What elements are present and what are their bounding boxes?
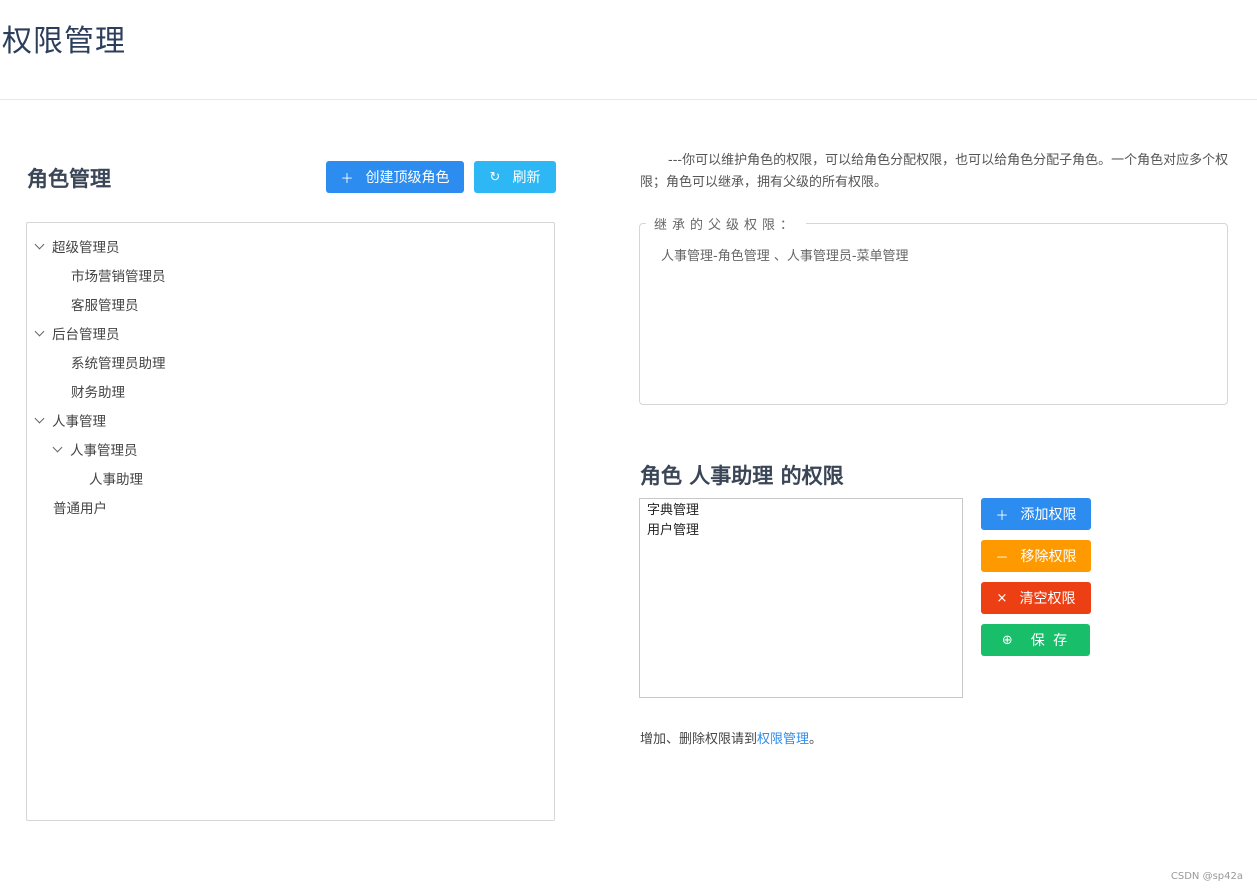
tree-node-label: 财务助理 — [71, 385, 125, 401]
permission-management-link[interactable]: 权限管理 — [757, 732, 809, 747]
save-label: 保 存 — [1030, 633, 1070, 649]
create-top-role-button[interactable]: ＋ 创建顶级角色 — [326, 161, 464, 193]
add-permission-label: 添加权限 — [1020, 507, 1077, 523]
close-icon: × — [996, 590, 1008, 606]
refresh-button[interactable]: ↻ 刷新 — [474, 161, 556, 193]
add-permission-button[interactable]: ＋ 添加权限 — [981, 498, 1091, 530]
page-header: 权限管理 — [0, 0, 1257, 100]
clear-permissions-button[interactable]: × 清空权限 — [981, 582, 1091, 614]
tree-node-label: 市场营销管理员 — [71, 269, 166, 285]
permission-list[interactable]: 字典管理 用户管理 — [639, 498, 963, 698]
refresh-icon: ↻ — [489, 169, 501, 185]
inherited-legend: 继承的父级权限： — [646, 214, 807, 233]
plus-circle-icon: ⊕ — [1001, 632, 1013, 648]
page-title: 权限管理 — [2, 24, 126, 59]
tree-node-label: 系统管理员助理 — [71, 356, 166, 372]
tree-node-finance-assistant[interactable]: 财务助理 — [71, 380, 125, 402]
chevron-down-icon[interactable] — [34, 239, 45, 249]
plus-icon: ＋ — [340, 171, 354, 187]
tree-node-label: 人事管理员 — [70, 443, 138, 459]
remove-permission-button[interactable]: － 移除权限 — [981, 540, 1091, 572]
tree-node-backend-admin[interactable]: 后台管理员 — [34, 322, 120, 344]
tree-node-marketing-admin[interactable]: 市场营销管理员 — [71, 264, 166, 286]
tree-node-label: 普通用户 — [53, 501, 107, 517]
role-panel-title: 角色管理 — [27, 167, 111, 191]
tree-node-label: 人事助理 — [89, 472, 143, 488]
remove-permission-label: 移除权限 — [1020, 549, 1077, 565]
tree-node-service-admin[interactable]: 客服管理员 — [71, 293, 139, 315]
footnote: 增加、删除权限请到权限管理。 — [640, 728, 822, 747]
watermark: CSDN @sp42a — [1170, 871, 1243, 882]
tree-node-label: 人事管理 — [52, 414, 106, 430]
role-tree: 超级管理员 市场营销管理员 客服管理员 后台管理员 系统管理员助理 财务助理 人… — [26, 222, 555, 821]
create-top-role-label: 创建顶级角色 — [365, 170, 450, 186]
refresh-label: 刷新 — [512, 170, 541, 186]
minus-icon: － — [995, 550, 1009, 566]
tree-node-sysadmin-assistant[interactable]: 系统管理员助理 — [71, 351, 166, 373]
tree-node-hr-assistant[interactable]: 人事助理 — [89, 467, 143, 489]
footnote-prefix: 增加、删除权限请到 — [640, 732, 758, 747]
tree-node-label: 后台管理员 — [52, 327, 120, 343]
clear-permissions-label: 清空权限 — [1019, 591, 1076, 607]
tree-node-normal-user[interactable]: 普通用户 — [53, 496, 107, 518]
footnote-suffix: 。 — [809, 732, 823, 747]
list-item[interactable]: 用户管理 — [647, 521, 962, 541]
inherited-permissions-value: 人事管理-角色管理 、人事管理员-菜单管理 — [661, 249, 909, 264]
role-permissions-title: 角色 人事助理 的权限 — [640, 464, 844, 488]
inherited-permissions-box: 继承的父级权限： 人事管理-角色管理 、人事管理员-菜单管理 — [639, 214, 1228, 405]
chevron-down-icon[interactable] — [34, 413, 45, 423]
tree-node-hr[interactable]: 人事管理 — [34, 409, 106, 431]
chevron-down-icon[interactable] — [52, 442, 63, 452]
save-button[interactable]: ⊕ 保 存 — [981, 624, 1090, 656]
list-item[interactable]: 字典管理 — [647, 501, 962, 521]
description-text: ---你可以维护角色的权限，可以给角色分配权限，也可以给角色分配子角色。一个角色… — [640, 153, 1229, 190]
chevron-down-icon[interactable] — [34, 326, 45, 336]
tree-node-label: 超级管理员 — [52, 240, 120, 256]
tree-node-hr-admin[interactable]: 人事管理员 — [52, 438, 138, 460]
tree-node-super-admin[interactable]: 超级管理员 — [34, 235, 120, 257]
tree-node-label: 客服管理员 — [71, 298, 139, 314]
plus-icon: ＋ — [995, 508, 1009, 524]
